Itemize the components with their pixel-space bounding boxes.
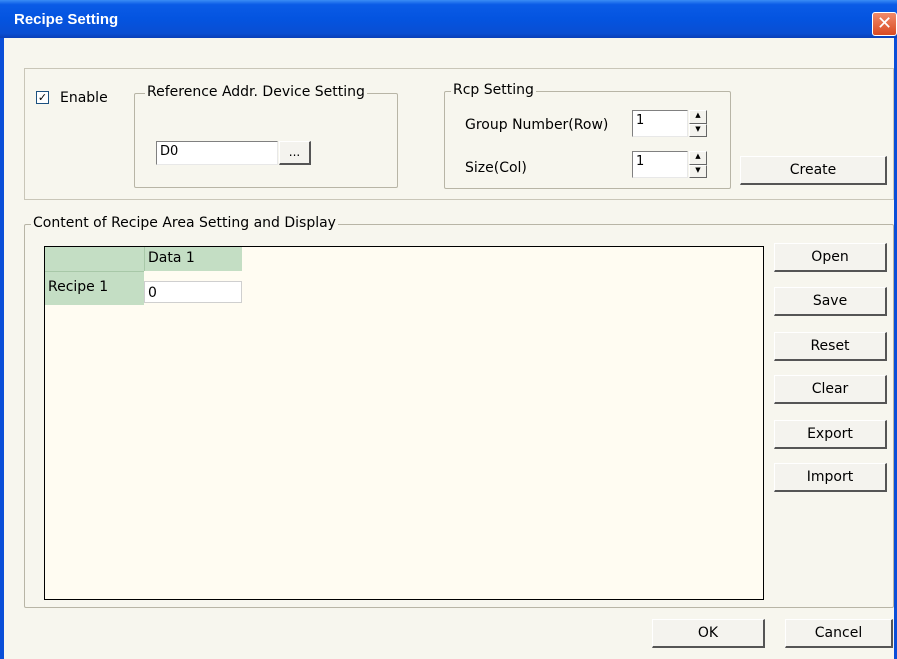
row-header[interactable]: Recipe 1 — [45, 271, 144, 305]
open-button[interactable]: Open — [774, 243, 887, 272]
reference-address-input[interactable]: D0 — [156, 141, 278, 165]
group-number-label: Group Number(Row) — [465, 117, 609, 133]
group-number-spinner[interactable]: ▲ ▼ — [689, 110, 707, 137]
ok-button[interactable]: OK — [652, 619, 765, 648]
browse-button[interactable]: ... — [279, 141, 311, 165]
size-input[interactable]: 1 — [632, 151, 688, 178]
spin-down-icon[interactable]: ▼ — [689, 123, 707, 137]
reset-button[interactable]: Reset — [774, 332, 887, 361]
rcp-legend: Rcp Setting — [451, 82, 536, 98]
save-button[interactable]: Save — [774, 287, 887, 316]
content-legend: Content of Recipe Area Setting and Displ… — [31, 215, 338, 231]
reference-legend: Reference Addr. Device Setting — [145, 84, 367, 100]
size-label: Size(Col) — [465, 160, 527, 176]
create-button[interactable]: Create — [740, 156, 887, 185]
grid-cell[interactable]: 0 — [144, 281, 242, 303]
group-number-input[interactable]: 1 — [632, 110, 688, 137]
size-spinner[interactable]: ▲ ▼ — [689, 151, 707, 178]
column-header[interactable]: Data 1 — [144, 247, 242, 271]
recipe-grid[interactable]: Data 1 Recipe 1 0 — [44, 246, 764, 600]
import-button[interactable]: Import — [774, 463, 887, 492]
spin-down-icon[interactable]: ▼ — [689, 164, 707, 178]
title-bar[interactable]: Recipe Setting ✕ — [0, 0, 897, 38]
cancel-button[interactable]: Cancel — [785, 619, 893, 648]
clear-button[interactable]: Clear — [774, 375, 887, 404]
enable-checkbox[interactable]: ✓ — [36, 91, 49, 104]
export-button[interactable]: Export — [774, 420, 887, 449]
window-title: Recipe Setting — [14, 11, 119, 28]
enable-label: Enable — [60, 90, 108, 106]
close-icon[interactable]: ✕ — [872, 12, 897, 36]
grid-corner-cell — [45, 247, 144, 271]
spin-up-icon[interactable]: ▲ — [689, 151, 707, 165]
spin-up-icon[interactable]: ▲ — [689, 110, 707, 124]
